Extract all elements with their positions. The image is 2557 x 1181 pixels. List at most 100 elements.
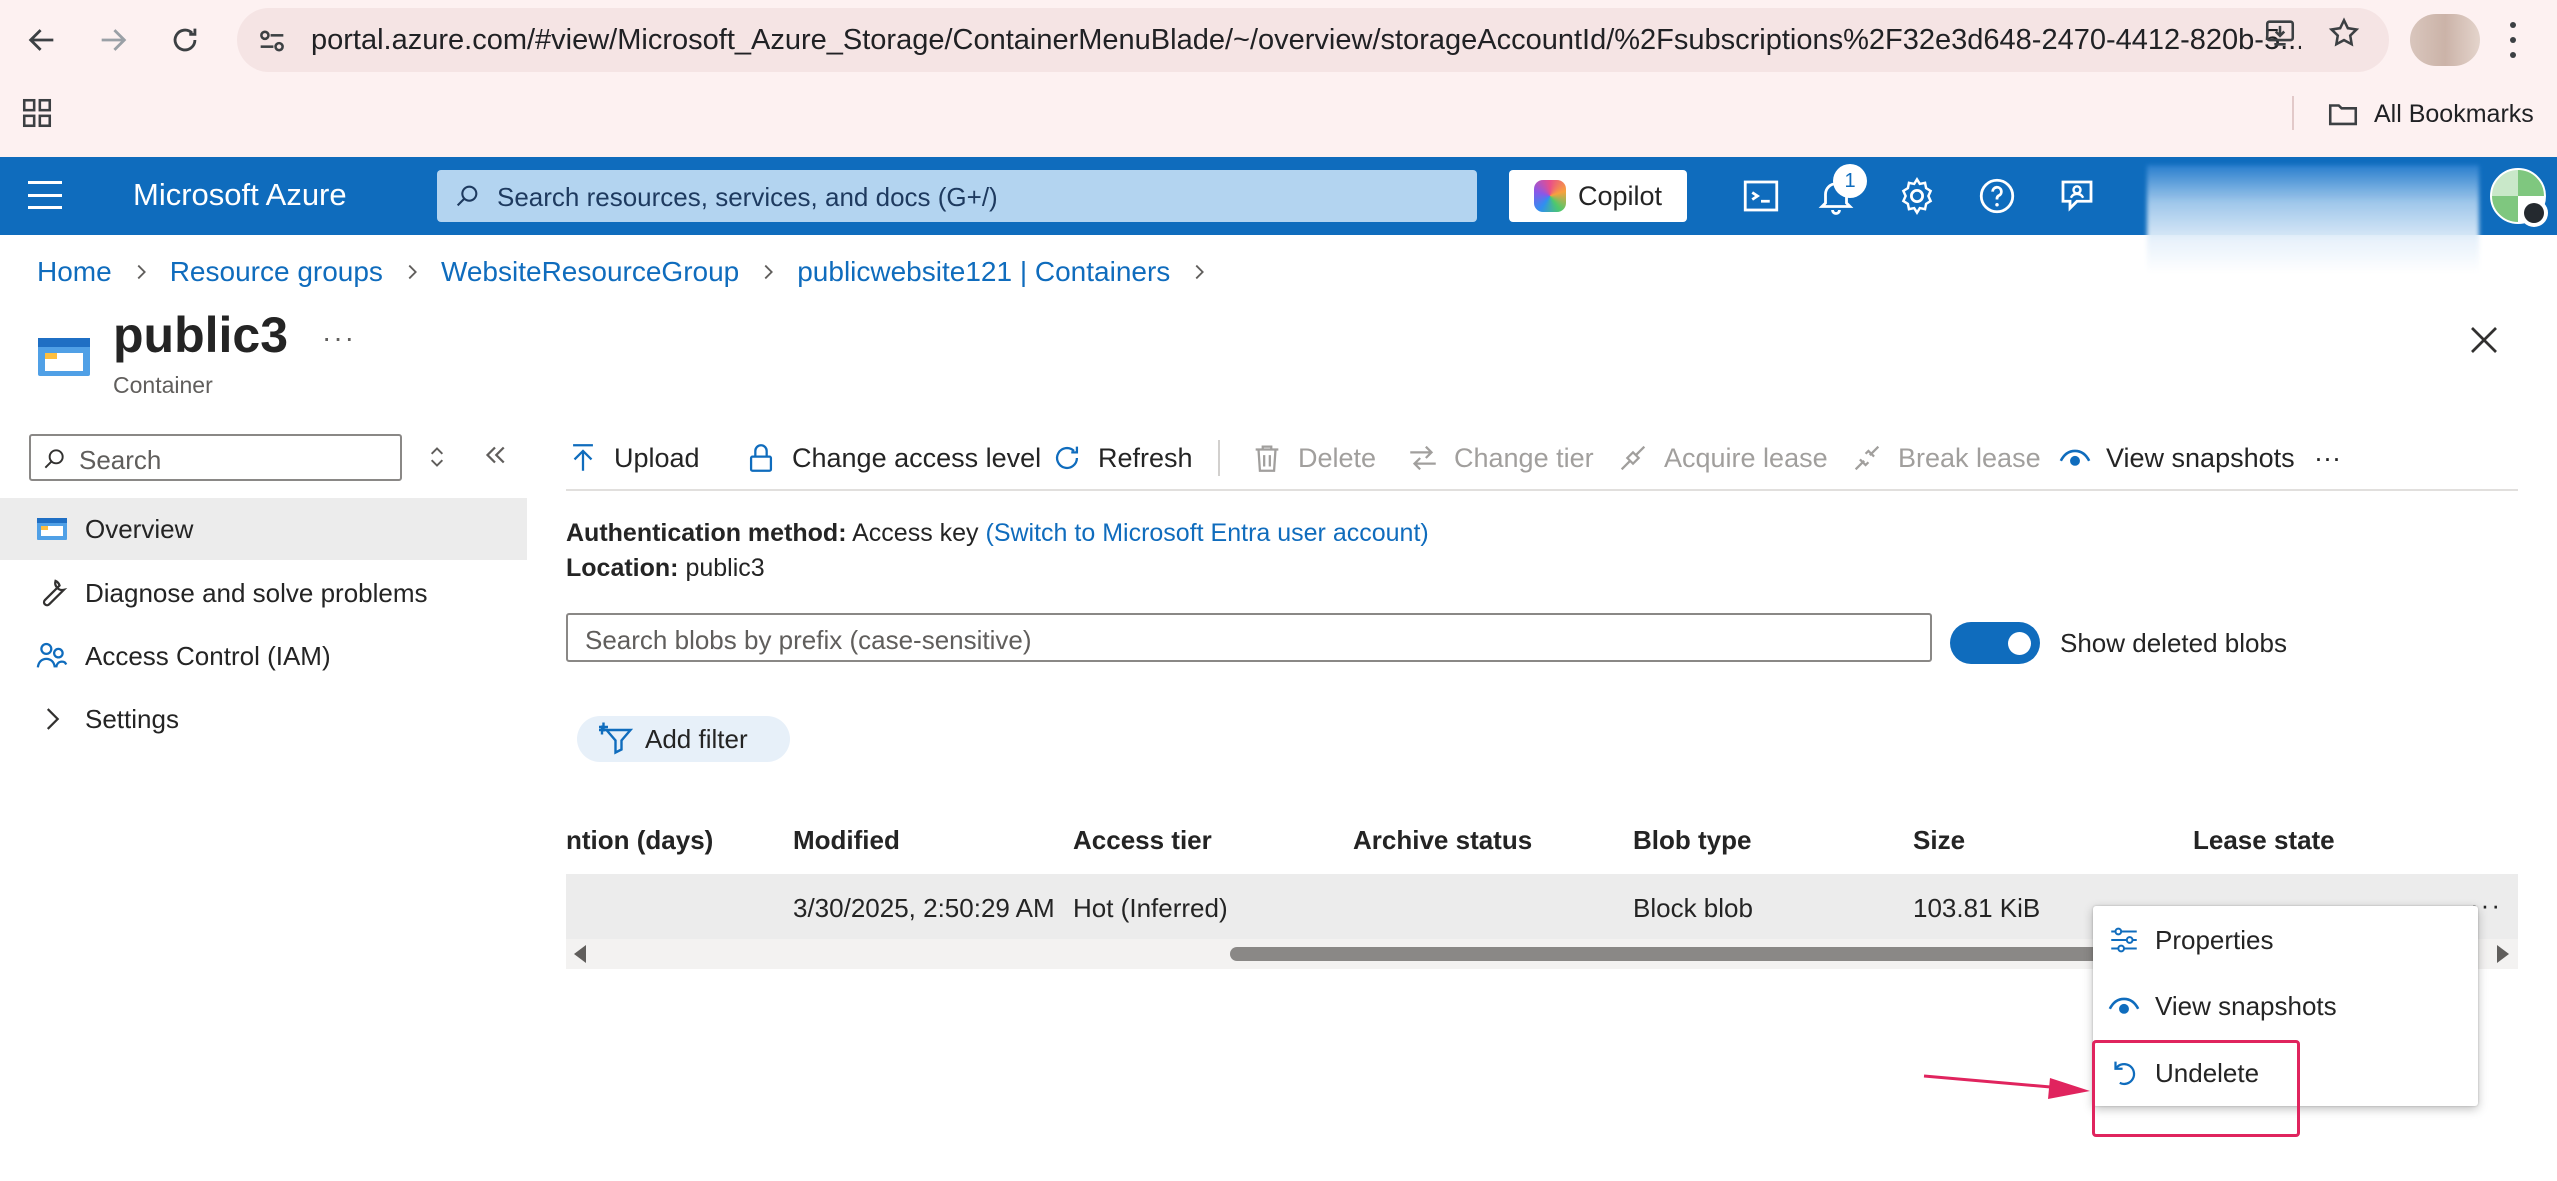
change-access-level-button[interactable]: Change access level [744,428,1041,488]
delete-label: Delete [1298,442,1377,473]
star-icon[interactable] [2327,16,2361,50]
column-header-access-tier[interactable]: Access tier [1073,825,1212,856]
chevron-right-icon [764,264,774,280]
undelete-highlight-box [2092,1040,2300,1137]
annotation-arrow-icon [1923,1074,2090,1099]
change-tier-label: Change tier [1454,442,1594,473]
global-search-input[interactable]: Search resources, services, and docs (G+… [437,170,1477,222]
breadcrumb-resource-group[interactable]: WebsiteResourceGroup [441,256,739,288]
chevron-right-icon [1195,264,1205,280]
scroll-right-arrow[interactable] [2497,945,2509,963]
arrow-left-icon [28,29,54,51]
sidebar-item-diagnose[interactable]: Diagnose and solve problems [0,562,527,624]
cell-modified: 3/30/2025, 2:50:29 AM [793,893,1055,923]
copilot-button[interactable]: Copilot [1509,170,1687,222]
change-tier-button[interactable]: Change tier [1406,428,1594,488]
close-icon[interactable] [2466,322,2502,358]
toolbar-divider [566,489,2518,491]
breadcrumb-home[interactable]: Home [37,256,112,288]
cell-access-tier: Hot (Inferred) [1073,893,1228,923]
sidebar-item-overview[interactable]: Overview [0,498,527,560]
back-button[interactable] [14,12,70,68]
switch-auth-link[interactable]: (Switch to Microsoft Entra user account) [986,519,1429,547]
wrench-icon [42,579,68,607]
swap-arrows-icon [1410,445,1436,471]
address-bar[interactable]: portal.azure.com/#view/Microsoft_Azure_S… [237,8,2389,72]
view-snapshots-button[interactable]: View snapshots [2058,428,2295,488]
breadcrumb-containers[interactable]: publicwebsite121 | Containers [797,256,1170,288]
add-filter-icon [599,722,634,755]
break-lease-button[interactable]: Break lease [1850,428,2041,488]
browser-menu-button[interactable] [2498,18,2528,62]
sidebar-search-input[interactable]: Search [29,434,402,481]
folder-icon [2328,104,2358,126]
sidebar-item-settings[interactable]: Settings [0,688,527,750]
eye-icon [2059,449,2091,466]
delete-button[interactable]: Delete [1250,428,1376,488]
sidebar-item-label: Diagnose and solve problems [85,577,428,608]
expand-collapse-icon[interactable] [424,442,450,472]
account-info-redacted[interactable] [2147,165,2479,273]
help-icon[interactable] [1976,175,2018,217]
blob-prefix-search-input[interactable]: Search blobs by prefix (case-sensitive) [566,613,1932,662]
title-more-button[interactable]: ··· [322,322,356,354]
url-text[interactable]: portal.azure.com/#view/Microsoft_Azure_S… [311,24,2301,57]
cloud-shell-icon[interactable] [1740,175,1782,217]
scrollbar-thumb[interactable] [1230,947,2130,961]
refresh-button[interactable]: Refresh [1050,428,1193,488]
auth-method-value: Access key [852,519,979,547]
column-header-blob-type[interactable]: Blob type [1633,825,1751,856]
acquire-lease-button[interactable]: Acquire lease [1616,428,1828,488]
notification-count-badge: 1 [1833,164,1867,198]
copilot-icon [1533,180,1566,212]
column-header-archive-status[interactable]: Archive status [1353,825,1532,856]
upload-label: Upload [614,442,700,473]
copilot-label: Copilot [1577,180,1663,211]
upload-button[interactable]: Upload [566,428,700,488]
break-lease-label: Break lease [1898,442,2041,473]
settings-gear-icon[interactable] [1896,175,1938,217]
sidebar-item-iam[interactable]: Access Control (IAM) [0,625,527,687]
column-header-lease-state[interactable]: Lease state [2193,825,2335,856]
add-filter-button[interactable]: Add filter [577,716,790,762]
column-header-modified[interactable]: Modified [793,825,900,856]
brand-title[interactable]: Microsoft Azure [133,177,347,213]
feedback-icon[interactable] [2056,175,2098,217]
reload-button[interactable] [157,12,213,68]
browser-profile-avatar[interactable] [2410,14,2480,66]
reload-icon [173,28,197,52]
blob-search-placeholder: Search blobs by prefix (case-sensitive) [585,625,1032,655]
show-deleted-blobs-toggle[interactable] [1950,622,2040,664]
sidebar-item-label: Access Control (IAM) [85,640,331,671]
auth-method-label: Authentication method: [566,519,847,547]
refresh-label: Refresh [1098,442,1193,473]
install-app-icon[interactable] [2263,16,2297,50]
menu-item-properties[interactable]: Properties [2093,909,2478,971]
change-access-label: Change access level [792,442,1042,473]
breadcrumb-resource-groups[interactable]: Resource groups [170,256,383,288]
people-icon [36,642,68,668]
apps-grid-icon[interactable] [20,96,54,130]
lock-icon [749,444,773,472]
site-settings-icon[interactable] [255,24,289,58]
column-header-retention[interactable]: ntion (days) [566,825,713,856]
scroll-left-arrow[interactable] [574,945,586,963]
upload-icon [573,444,593,471]
forward-button[interactable] [85,12,141,68]
page-title: public3 [113,307,289,363]
chevron-right-icon [408,264,417,280]
search-icon [456,185,478,207]
sidebar-search-placeholder: Search [79,445,162,475]
broken-link-icon [1854,445,1880,471]
link-icon [1620,445,1646,471]
menu-item-view-snapshots[interactable]: View snapshots [2093,975,2478,1037]
toolbar-separator [1218,440,1220,476]
menu-item-label: Properties [2155,924,2274,955]
location-row: Location: public3 [566,554,765,583]
all-bookmarks[interactable]: All Bookmarks [2326,96,2534,132]
collapse-sidebar-icon[interactable] [480,440,510,470]
column-header-size[interactable]: Size [1913,825,1965,856]
toolbar-more-button[interactable]: ··· [2314,428,2341,488]
portal-menu-button[interactable] [28,181,62,209]
trash-icon [1255,445,1279,472]
